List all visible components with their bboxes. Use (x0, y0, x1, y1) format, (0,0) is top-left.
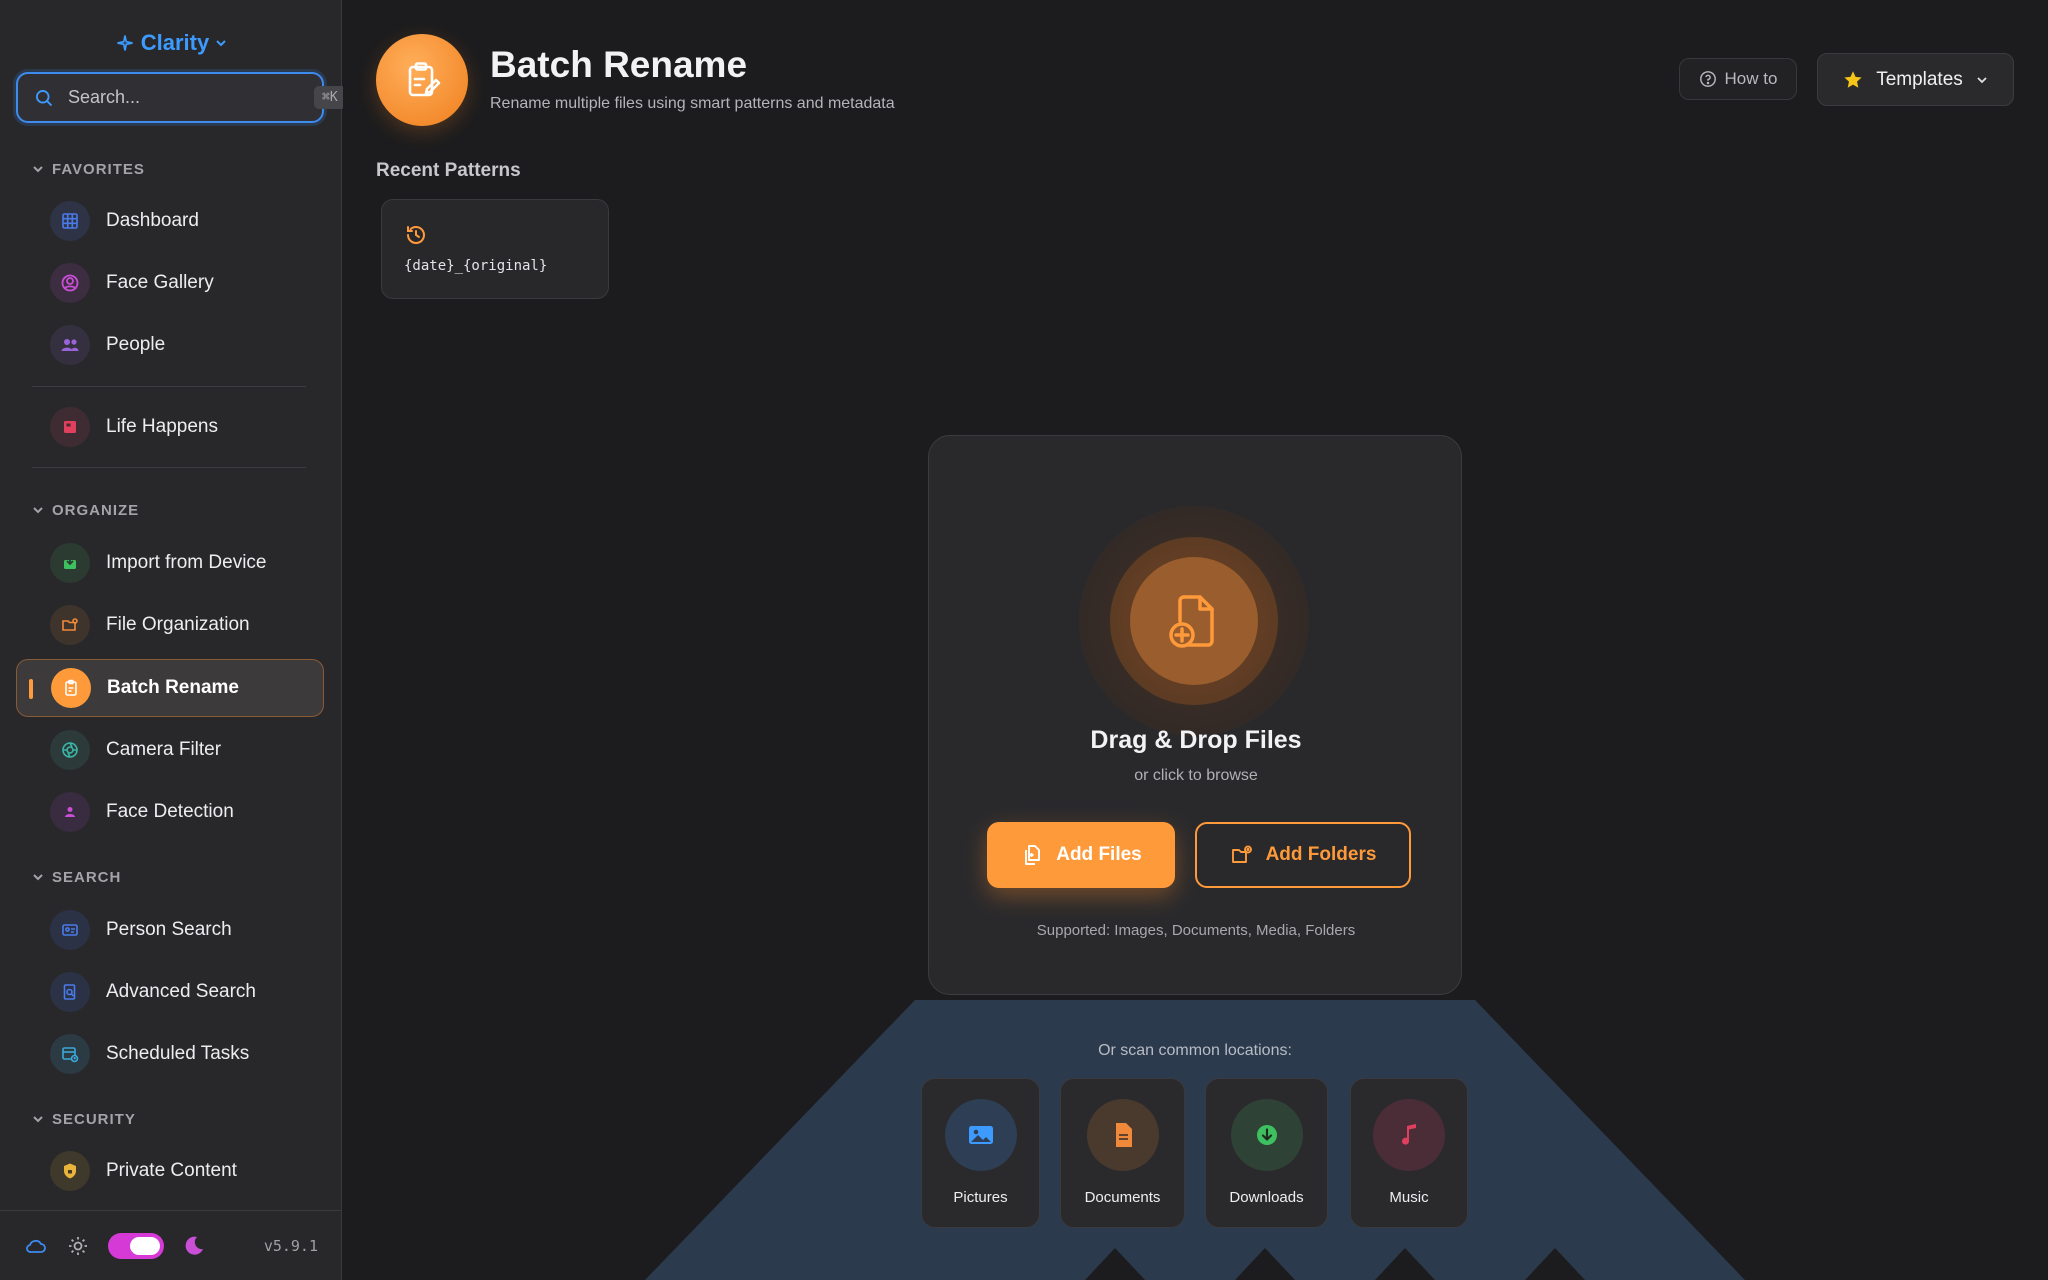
section-favorites[interactable]: FAVORITES (32, 159, 145, 179)
scan-label: Or scan common locations: (1098, 1042, 1292, 1059)
app-version: v5.9.1 (263, 1236, 318, 1255)
star-icon (1844, 70, 1862, 88)
person-detect-icon (50, 792, 90, 832)
chevron-down-icon (33, 507, 43, 514)
drop-zone[interactable]: Drag & Drop Files or click to browse Add… (928, 435, 1462, 995)
app-name: Clarity (140, 30, 210, 55)
drop-title: Drag & Drop Files (1090, 726, 1302, 754)
document-search-icon (50, 972, 90, 1012)
section-organize[interactable]: ORGANIZE (32, 500, 139, 520)
sparkle-icon (117, 35, 133, 51)
templates-dropdown[interactable]: Templates (1817, 53, 2014, 106)
shield-lock-icon (50, 1151, 90, 1191)
document-icon (1086, 1099, 1159, 1171)
divider (32, 467, 306, 468)
how-to-button[interactable]: How to (1679, 58, 1797, 100)
moon-icon (185, 1236, 203, 1255)
chevron-down-icon (33, 874, 43, 881)
pattern-text: {date}_{original} (404, 258, 548, 274)
clipboard-edit-icon (51, 668, 91, 708)
main-content: Batch Rename Rename multiple files using… (343, 0, 2048, 1280)
section-search[interactable]: SEARCH (32, 867, 121, 887)
download-icon (1230, 1099, 1303, 1171)
folder-settings-icon (50, 605, 90, 645)
newspaper-icon (50, 407, 90, 447)
help-circle-icon (1699, 71, 1716, 87)
chevron-down-icon (33, 1116, 43, 1123)
people-icon (50, 325, 90, 365)
clipboard-edit-icon (408, 62, 441, 97)
location-downloads[interactable]: Downloads (1205, 1078, 1328, 1228)
sidebar-item-camera-filter[interactable]: Camera Filter (16, 721, 324, 779)
page-subtitle: Rename multiple files using smart patter… (490, 95, 895, 112)
supported-types: Supported: Images, Documents, Media, Fol… (1036, 922, 1356, 939)
music-note-icon (1373, 1099, 1445, 1171)
sun-icon (69, 1236, 87, 1255)
sidebar-item-face-detection[interactable]: Face Detection (16, 783, 324, 841)
page-title: Batch Rename (490, 44, 748, 85)
app-switcher[interactable]: Clarity (0, 28, 342, 58)
image-icon (944, 1099, 1017, 1171)
sidebar-footer: v5.9.1 (0, 1210, 342, 1280)
batch-rename-hero-icon (376, 34, 468, 126)
sidebar-item-advanced-search[interactable]: Advanced Search (16, 963, 324, 1021)
add-folders-button[interactable]: Add Folders (1195, 822, 1411, 888)
sidebar-item-batch-rename[interactable]: Batch Rename (16, 659, 324, 717)
aperture-icon (50, 730, 90, 770)
sidebar-item-import-device[interactable]: Import from Device (16, 534, 324, 592)
id-card-icon (50, 910, 90, 950)
search-box[interactable]: ⌘K (16, 72, 346, 123)
drop-subtitle: or click to browse (1134, 767, 1258, 784)
chevron-down-icon (33, 166, 43, 173)
location-documents[interactable]: Documents (1060, 1078, 1185, 1228)
drop-icon-halo (1079, 506, 1309, 736)
sidebar-item-person-search[interactable]: Person Search (16, 901, 324, 959)
search-shortcut: ⌘K (314, 86, 346, 109)
file-add-icon (1169, 595, 1214, 648)
divider (32, 386, 306, 387)
files-icon (1025, 845, 1041, 865)
face-scan-icon (50, 263, 90, 303)
add-files-button[interactable]: Add Files (987, 822, 1175, 888)
location-pictures[interactable]: Pictures (921, 1078, 1040, 1228)
sidebar: Clarity ⌘K FAVORITES Dashboard Face Gall… (0, 0, 346, 1280)
sidebar-item-dashboard[interactable]: Dashboard (16, 192, 324, 250)
chevron-down-icon (216, 40, 226, 47)
sidebar-item-people[interactable]: People (16, 316, 324, 374)
recent-patterns-title: Recent Patterns (376, 160, 521, 181)
sidebar-item-file-organization[interactable]: File Organization (16, 596, 324, 654)
sidebar-item-life-happens[interactable]: Life Happens (16, 398, 324, 456)
import-icon (50, 543, 90, 583)
recent-pattern-card[interactable]: {date}_{original} (381, 199, 609, 299)
sidebar-item-face-gallery[interactable]: Face Gallery (16, 254, 324, 312)
search-icon (36, 89, 53, 106)
calendar-clock-icon (50, 1034, 90, 1074)
cloud-icon[interactable] (24, 1234, 48, 1258)
folder-add-icon (1231, 845, 1252, 863)
sidebar-item-private-content[interactable]: Private Content (16, 1142, 324, 1200)
sidebar-item-scheduled-tasks[interactable]: Scheduled Tasks (16, 1025, 324, 1083)
theme-toggle[interactable] (108, 1232, 164, 1259)
search-input[interactable] (68, 87, 300, 108)
history-icon (407, 226, 425, 244)
chevron-down-icon (1977, 76, 1987, 83)
grid-icon (50, 201, 90, 241)
location-music[interactable]: Music (1350, 1078, 1468, 1228)
section-security[interactable]: SECURITY (32, 1109, 136, 1129)
